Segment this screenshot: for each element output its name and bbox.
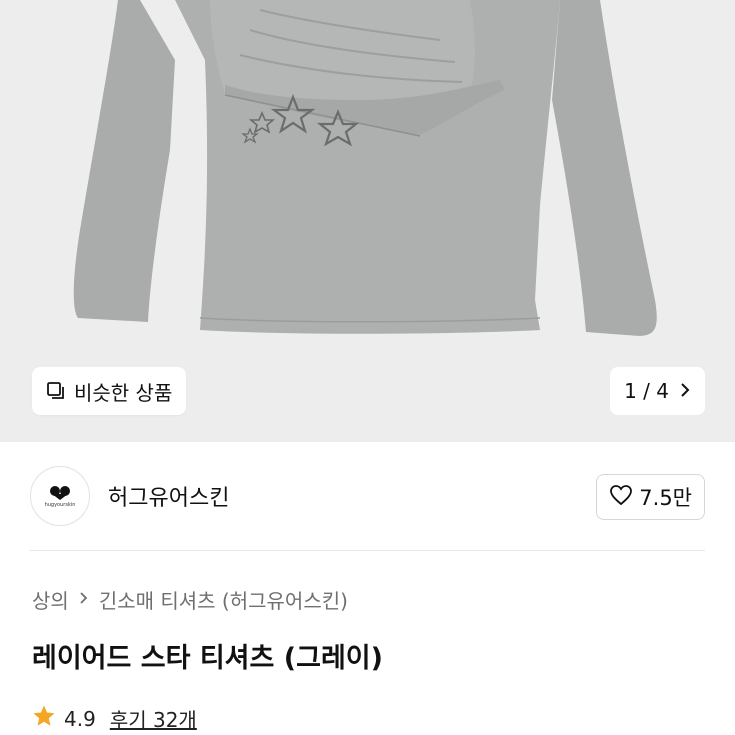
breadcrumb-root[interactable]: 상의 [32, 585, 69, 614]
pager-total: 4 [656, 379, 669, 403]
breadcrumb: 상의 긴소매 티셔츠 (허그유어스킨) [32, 585, 348, 614]
chevron-right-icon [79, 589, 89, 610]
similar-products-label: 비슷한 상품 [74, 380, 173, 405]
pager-current: 1 [624, 379, 637, 403]
shop-avatar-text: hugyourskin [44, 501, 76, 508]
shop-row: hugyourskin 허그유어스킨 7.5만 [0, 442, 735, 552]
rating-value: 4.9 [64, 706, 96, 731]
chevron-right-icon [679, 379, 691, 403]
like-button[interactable]: 7.5만 [596, 474, 705, 520]
like-count: 7.5만 [639, 486, 692, 510]
product-title: 레이어드 스타 티셔츠 (그레이) [32, 643, 383, 674]
pager-separator: / [643, 379, 650, 403]
heart-icon [609, 484, 633, 511]
divider [30, 550, 705, 551]
image-pager[interactable]: 1 / 4 [610, 367, 705, 415]
rating-row: 4.9 후기 32개 [32, 704, 197, 733]
pager-text: 1 / 4 [624, 379, 669, 403]
shop-avatar[interactable]: hugyourskin [30, 466, 90, 526]
product-image-carousel[interactable]: 비슷한 상품 1 / 4 [0, 0, 735, 442]
star-icon [32, 704, 56, 733]
similar-products-button[interactable]: 비슷한 상품 [32, 367, 187, 415]
reviews-link[interactable]: 후기 32개 [110, 704, 197, 733]
shop-name[interactable]: 허그유어스킨 [108, 480, 229, 512]
shop-logo-icon [50, 485, 70, 500]
similar-items-icon [46, 381, 66, 401]
breadcrumb-category[interactable]: 긴소매 티셔츠 (허그유어스킨) [99, 585, 348, 614]
